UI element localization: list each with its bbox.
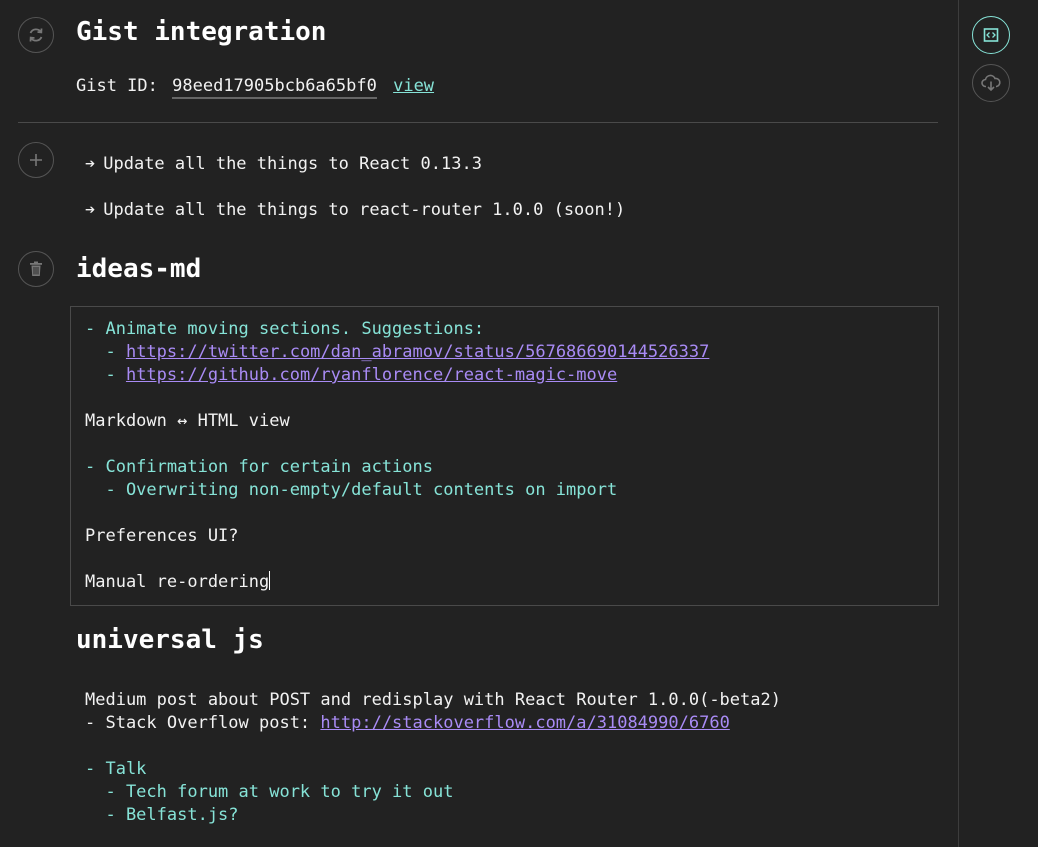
ideas-line: Markdown ↔ HTML view <box>85 411 290 431</box>
universal-line-text: - Stack Overflow post: <box>85 713 321 733</box>
arrow-icon: ➔ <box>85 154 96 174</box>
stackoverflow-link[interactable]: http://stackoverflow.com/a/31084990/6760 <box>320 713 729 733</box>
refresh-icon[interactable] <box>18 17 54 53</box>
twitter-link[interactable]: https://twitter.com/dan_abramov/status/5… <box>126 342 709 362</box>
ideas-section-title: ideas-md <box>76 254 202 284</box>
gist-view-link[interactable]: view <box>393 76 434 96</box>
ideas-line: - Confirmation for certain actions <box>85 457 433 477</box>
gist-id-label: Gist ID: <box>76 76 158 96</box>
gist-id-input[interactable]: 98eed17905bcb6a65bf0 <box>172 76 377 99</box>
plus-icon[interactable] <box>18 142 54 178</box>
gist-id-row: Gist ID: 98eed17905bcb6a65bf0 view <box>76 76 434 99</box>
arrow-icon: ➔ <box>85 200 96 220</box>
todo-item[interactable]: ➔ Update all the things to react-router 1… <box>85 200 625 220</box>
todo-text: Update all the things to React 0.13.3 <box>103 154 482 174</box>
ideas-line: - Overwriting non-empty/default contents… <box>85 480 618 500</box>
right-sidebar <box>958 0 1038 847</box>
ideas-line: Manual re-ordering <box>85 571 271 594</box>
gist-section-title: Gist integration <box>76 17 327 47</box>
universal-section-title: universal js <box>76 625 264 655</box>
bullet-prefix: - <box>85 342 126 362</box>
universal-line: - Stack Overflow post: http://stackoverf… <box>85 712 730 735</box>
github-link[interactable]: https://github.com/ryanflorence/react-ma… <box>126 365 617 385</box>
todo-item[interactable]: ➔ Update all the things to React 0.13.3 <box>85 154 482 174</box>
ideas-line: - Animate moving sections. Suggestions: <box>85 319 485 339</box>
universal-line: - Tech forum at work to try it out <box>85 782 454 802</box>
universal-line: Medium post about POST and redisplay wit… <box>85 690 781 710</box>
ideas-line-text: Manual re-ordering <box>85 572 270 592</box>
bullet-prefix: - <box>85 365 126 385</box>
text-caret <box>269 571 271 590</box>
ideas-line: - https://twitter.com/dan_abramov/status… <box>85 341 709 364</box>
section-divider <box>18 122 938 123</box>
main-content: Gist integration Gist ID: 98eed17905bcb6… <box>0 0 958 847</box>
trash-icon[interactable] <box>18 251 54 287</box>
universal-line: - Belfast.js? <box>85 805 239 825</box>
ideas-line: - https://github.com/ryanflorence/react-… <box>85 364 617 387</box>
ideas-line: Preferences UI? <box>85 526 239 546</box>
code-view-icon[interactable] <box>972 16 1010 54</box>
todo-text: Update all the things to react-router 1.… <box>103 200 626 220</box>
cloud-download-icon[interactable] <box>972 64 1010 102</box>
universal-line: - Talk <box>85 759 147 779</box>
